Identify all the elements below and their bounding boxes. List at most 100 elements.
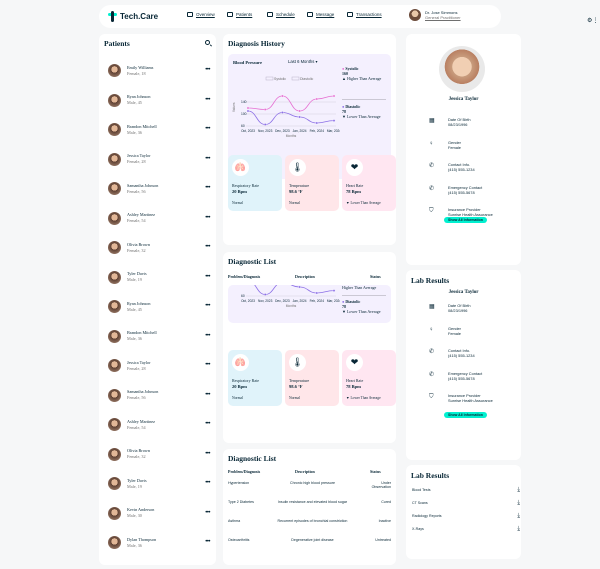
vital-card: 🫁 Respiratory Rate 20 Bpm Normal bbox=[228, 350, 282, 406]
vital-value: 20 Bpm bbox=[232, 384, 247, 389]
download-icon[interactable]: ⤓ bbox=[517, 513, 520, 520]
diagnostic-list-card: Diagnostic List Problem/Diagnosis Descri… bbox=[223, 252, 396, 443]
list-item[interactable]: Tyler Davis Male, 19 ••• bbox=[99, 263, 216, 293]
list-item[interactable]: Brandon Mitchell Male, 36 ••• bbox=[99, 322, 216, 352]
list-item[interactable]: Tyler Davis Male, 19 ••• bbox=[99, 469, 216, 499]
show-all-button[interactable]: Show All Information bbox=[444, 217, 487, 223]
avatar bbox=[108, 477, 121, 491]
lab-result-item[interactable]: X-Rays ⤓ bbox=[412, 525, 520, 533]
nav-schedule[interactable]: Schedule bbox=[267, 12, 307, 17]
systolic-stat: ● Systolic 160 ▲ Higher Than Average bbox=[342, 66, 382, 81]
y-tick-label: 60 bbox=[241, 294, 245, 298]
show-all-button[interactable]: Show All Information bbox=[444, 412, 487, 418]
list-item[interactable]: Brandon Mitchell Male, 36 ••• bbox=[99, 115, 216, 145]
patient-detail: Female, 32 bbox=[127, 247, 146, 253]
lab-results-title: Lab Results bbox=[411, 471, 450, 480]
doctor-profile[interactable]: Dr. Jose Simmons General Practitioner bbox=[409, 9, 461, 21]
data-point[interactable] bbox=[298, 115, 301, 119]
lab-result-item[interactable]: Blood Tests ⤓ bbox=[412, 486, 520, 494]
more-icon[interactable]: ••• bbox=[205, 274, 210, 280]
list-item[interactable]: Samantha Johnson Female, 56 ••• bbox=[99, 174, 216, 204]
more-icon[interactable]: ••• bbox=[205, 185, 210, 191]
diagnosis-history-card: Diagnosis History Blood Pressure Last 6 … bbox=[223, 34, 396, 245]
data-point[interactable] bbox=[263, 108, 267, 111]
nav-message[interactable]: Message bbox=[307, 12, 347, 17]
list-item[interactable]: Jessica Taylor Female, 28 ••• bbox=[99, 351, 216, 381]
list-item[interactable]: Emily Williams Female, 18 ••• bbox=[99, 56, 216, 86]
data-point[interactable] bbox=[332, 94, 336, 98]
more-icon[interactable]: ••• bbox=[205, 67, 210, 73]
more-icon[interactable]: ••• bbox=[205, 510, 210, 516]
table-row[interactable]: Asthma Recurrent episodes of bronchial co… bbox=[228, 519, 391, 523]
data-point[interactable] bbox=[332, 289, 336, 292]
download-icon[interactable]: ⤓ bbox=[517, 487, 520, 494]
list-item[interactable]: Samantha Johnson Female, 56 ••• bbox=[99, 381, 216, 411]
data-point[interactable] bbox=[315, 97, 319, 101]
more-icon[interactable]: ••• bbox=[205, 421, 210, 427]
data-point[interactable] bbox=[281, 94, 284, 98]
list-item[interactable]: Olivia Brown Female, 32 ••• bbox=[99, 440, 216, 470]
more-icon[interactable]: ••• bbox=[205, 539, 210, 545]
list-item[interactable]: Olivia Brown Female, 32 ••• bbox=[99, 233, 216, 263]
lab-results-title: Lab Results bbox=[411, 276, 450, 285]
table-header: Problem/Diagnosis Description Status bbox=[228, 274, 381, 279]
bp-chart: Systolic Diastolic 140 100 60 Values Oct, 2023… bbox=[232, 76, 340, 138]
more-icon[interactable]: ••• bbox=[205, 392, 210, 398]
data-point[interactable] bbox=[263, 123, 267, 126]
list-item[interactable]: Nathan Evans••• bbox=[99, 558, 216, 566]
table-row[interactable]: Hypertension Chronic high blood pressure U… bbox=[228, 481, 391, 489]
list-item[interactable]: Ashley Martinez Female, 54 ••• bbox=[99, 410, 216, 440]
phone-icon: ✆ bbox=[429, 371, 435, 378]
more-icon[interactable]: ••• bbox=[205, 333, 210, 339]
list-item[interactable]: Ashley Martinez Female, 54 ••• bbox=[99, 204, 216, 234]
list-item[interactable]: Ryan Johnson Male, 45 ••• bbox=[99, 86, 216, 116]
data-point[interactable] bbox=[332, 119, 336, 122]
profile-field: Contact Info. (415) 555-1234 bbox=[448, 348, 475, 358]
gear-icon[interactable]: ⚙︎⋮ bbox=[587, 17, 598, 24]
diagnostic-list-card: Diagnostic List Problem/Diagnosis Descri… bbox=[223, 449, 396, 565]
nav-patients[interactable]: Patients bbox=[227, 12, 267, 17]
list-item[interactable]: Dylan Thompson Male, 36 ••• bbox=[99, 528, 216, 558]
search-icon[interactable] bbox=[205, 40, 210, 45]
more-icon[interactable]: ••• bbox=[205, 303, 210, 309]
list-item[interactable]: Jessica Taylor Female, 28 ••• bbox=[99, 145, 216, 175]
avatar bbox=[108, 270, 121, 284]
more-icon[interactable]: ••• bbox=[205, 97, 210, 103]
patient-detail: Female, 54 bbox=[127, 218, 146, 224]
more-icon[interactable]: ••• bbox=[205, 126, 210, 132]
systolic-note-overlap: Higher Than Average bbox=[342, 285, 377, 290]
data-point[interactable] bbox=[281, 111, 284, 114]
more-icon[interactable]: ••• bbox=[205, 480, 210, 486]
range-select[interactable]: Last 6 Months ▾ bbox=[288, 59, 318, 64]
list-item[interactable]: Kevin Anderson Male, 30 ••• bbox=[99, 499, 216, 529]
calendar-icon: ▦ bbox=[429, 304, 435, 310]
table-row[interactable]: Type 2 Diabetes Insulin resistance and el… bbox=[228, 500, 391, 504]
nav-overview[interactable]: Overview bbox=[187, 12, 227, 17]
more-icon[interactable]: ••• bbox=[205, 215, 210, 221]
more-icon[interactable]: ••• bbox=[205, 362, 210, 368]
download-icon[interactable]: ⤓ bbox=[517, 500, 520, 507]
download-icon[interactable]: ⤓ bbox=[517, 526, 520, 533]
data-point[interactable] bbox=[246, 109, 250, 113]
data-point[interactable] bbox=[263, 293, 267, 296]
gender-icon: ♀ bbox=[429, 326, 434, 333]
logo[interactable]: Tech.Care bbox=[108, 11, 158, 22]
table-row[interactable]: Osteoarthritis Degenerative joint disease… bbox=[228, 538, 391, 542]
data-point[interactable] bbox=[298, 109, 301, 113]
lab-result-item[interactable]: Radiology Reports ⤓ bbox=[412, 512, 520, 520]
more-icon[interactable]: ••• bbox=[205, 451, 210, 457]
vital-card: ❤ Heart Rate 78 Bpm ▼ Lower Than Average bbox=[342, 350, 396, 406]
data-point[interactable] bbox=[315, 121, 319, 125]
data-point[interactable] bbox=[298, 285, 301, 289]
lab-result-item[interactable]: CT Scans ⤓ bbox=[412, 499, 520, 507]
nav-transactions[interactable]: Transactions bbox=[347, 12, 387, 17]
avatar bbox=[108, 241, 121, 255]
more-icon[interactable]: ••• bbox=[205, 244, 210, 250]
more-icon[interactable]: ••• bbox=[205, 156, 210, 162]
data-point[interactable] bbox=[315, 291, 319, 295]
x-tick-label: Dec, 2023 bbox=[275, 299, 290, 303]
list-item[interactable]: Ryan Johnson Male, 45 ••• bbox=[99, 292, 216, 322]
profile-field: Insurance Provider Sunrise Health Assuran… bbox=[448, 207, 493, 217]
data-point[interactable] bbox=[246, 106, 250, 110]
vital-label: Temperature bbox=[289, 183, 310, 188]
